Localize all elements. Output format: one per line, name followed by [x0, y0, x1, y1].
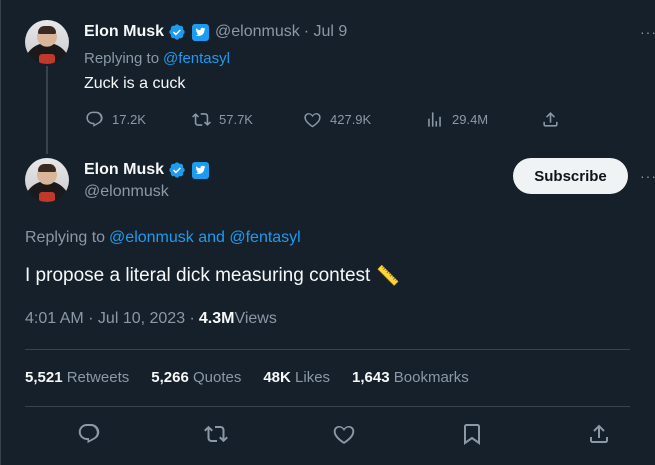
views-button[interactable]: 29.4M	[425, 110, 488, 129]
retweet-icon[interactable]	[204, 422, 228, 446]
stat-label: Bookmarks	[389, 369, 469, 386]
avatar[interactable]	[25, 20, 69, 64]
views-count: 4.3M	[198, 310, 235, 327]
ruler-emoji: 📏	[376, 266, 401, 287]
author-handle[interactable]: @elonmusk	[84, 183, 169, 201]
tweet-text: Zuck is a cuck	[84, 75, 185, 93]
column-border	[0, 0, 1, 465]
replying-to-prefix: Replying to	[84, 50, 160, 67]
views-label: Views	[234, 310, 277, 327]
government-badge-icon	[192, 161, 210, 179]
author-handle[interactable]: @elonmusk	[215, 23, 300, 41]
thread-connector-line	[46, 66, 48, 154]
main-tweet-handle-row: @elonmusk	[84, 183, 169, 201]
tweet-timestamp-row: 4:01 AM · Jul 10, 2023 · 4.3M Views	[25, 310, 277, 328]
reply-icon	[86, 111, 103, 127]
share-icon[interactable]	[587, 422, 611, 446]
retweet-icon	[192, 113, 211, 126]
main-tweet-header: Elon Musk	[84, 160, 210, 180]
bookmarks-stat[interactable]: 1,643 Bookmarks	[352, 369, 469, 386]
share-button[interactable]	[541, 110, 568, 129]
tweet-text-content: Zuck is a cuck	[84, 75, 186, 92]
stat-count: 1,643	[352, 369, 390, 386]
divider	[25, 406, 630, 407]
main-tweet-text: I propose a literal dick measuring conte…	[25, 264, 400, 288]
government-badge-icon	[192, 23, 210, 41]
reply-button[interactable]: 17.2K	[85, 110, 146, 129]
bookmark-icon[interactable]	[460, 422, 484, 446]
replying-to-handles[interactable]: @elonmusk and @fentasyl	[109, 229, 301, 247]
like-icon	[304, 113, 321, 128]
retweets-stat[interactable]: 5,521 Retweets	[25, 369, 129, 386]
stat-label: Likes	[290, 369, 331, 386]
like-count: 427.9K	[330, 112, 372, 127]
replying-to-line: Replying to @elonmusk and @fentasyl	[25, 229, 301, 247]
author-name[interactable]: Elon Musk	[84, 161, 164, 179]
share-icon	[543, 112, 558, 127]
stat-count: 5,266	[151, 369, 189, 386]
verified-icon	[169, 24, 185, 40]
replying-to-line: Replying to @fentasyl	[84, 50, 230, 67]
stat-count: 5,521	[25, 369, 63, 386]
replying-to-prefix: Replying to	[25, 229, 106, 246]
tweet-text-content: I propose a literal dick measuring conte…	[25, 265, 371, 286]
stat-count: 48K	[263, 369, 291, 386]
more-icon[interactable]: ···	[640, 168, 655, 184]
author-name[interactable]: Elon Musk	[84, 23, 164, 41]
like-icon[interactable]	[332, 422, 356, 446]
replying-to-handle[interactable]: @fentasyl	[163, 50, 230, 67]
reply-icon[interactable]	[77, 422, 101, 446]
more-icon[interactable]: ···	[640, 24, 655, 40]
stat-label: Retweets	[62, 369, 130, 386]
verified-icon	[169, 162, 185, 178]
tweet-timestamp[interactable]: 4:01 AM · Jul 10, 2023 ·	[25, 310, 195, 328]
like-button[interactable]: 427.9K	[303, 110, 371, 129]
reply-tweet-header: Elon Musk @elonmusk · Jul 9	[84, 22, 347, 42]
stat-label: Quotes	[188, 369, 242, 386]
engagement-stats: 5,521 Retweets 5,266 Quotes 48K Likes 1,…	[25, 369, 469, 386]
divider	[25, 349, 630, 350]
views-icon	[428, 112, 441, 127]
views-count: 29.4M	[452, 112, 489, 127]
retweet-count: 57.7K	[219, 112, 253, 127]
likes-stat[interactable]: 48K Likes	[263, 369, 330, 386]
retweet-button[interactable]: 57.7K	[192, 110, 253, 129]
tweet-date[interactable]: · Jul 9	[304, 23, 348, 41]
avatar[interactable]	[25, 158, 69, 202]
quotes-stat[interactable]: 5,266 Quotes	[151, 369, 241, 386]
reply-count: 17.2K	[112, 112, 146, 127]
subscribe-button[interactable]: Subscribe	[513, 158, 628, 194]
